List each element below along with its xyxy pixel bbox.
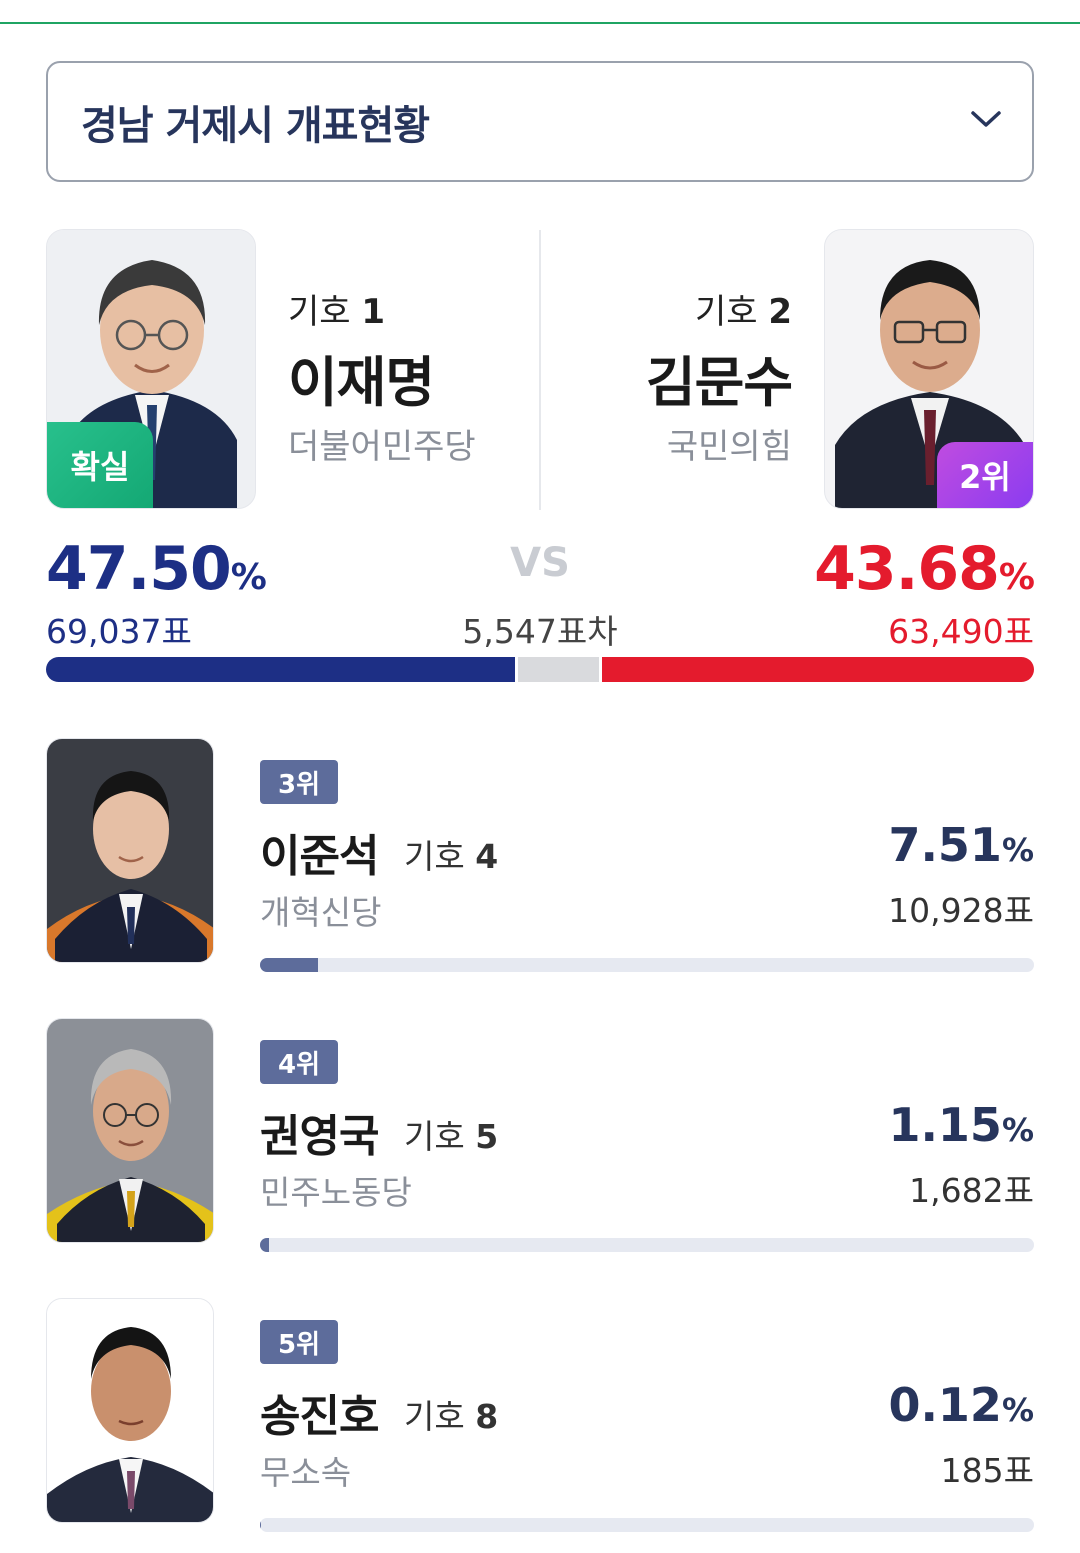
vote-gap: 5,547표차 (462, 612, 618, 651)
candidate-percent-1: 47.50% (46, 534, 267, 604)
percent-unit: % (1001, 831, 1034, 869)
candidate-percent: 0.12% (888, 1378, 1034, 1432)
candidate-number-1: 기호 1 (288, 284, 385, 333)
candidate-number: 기호 5 (404, 1110, 498, 1158)
region-dropdown[interactable]: 경남 거제시 개표현황 (46, 61, 1034, 182)
candidate-votes-1: 69,037표 (46, 612, 192, 651)
portrait-image (47, 1019, 213, 1242)
percent-value: 1.15 (888, 1098, 1002, 1152)
percent-value: 47.50 (46, 534, 232, 604)
vs-divider (539, 230, 541, 510)
candidate-photo-1: 확실 (46, 229, 256, 509)
rank-badge: 4위 (260, 1040, 338, 1084)
vote-share-bar-1 (46, 657, 516, 682)
candidate-photo-3 (46, 738, 214, 963)
chevron-down-icon (971, 111, 1001, 127)
number-value: 4 (475, 837, 499, 876)
rank-badge-2: 2위 (937, 442, 1033, 508)
vote-share-fill (260, 1518, 261, 1532)
rank-badge: 3위 (260, 760, 338, 804)
candidate-name: 송진호 (260, 1391, 379, 1442)
vote-share-bar-2 (602, 657, 1034, 682)
vote-share-bar (260, 958, 1034, 972)
candidate-votes: 10,928표 (888, 891, 1034, 930)
region-title: 경남 거제시 개표현황 (81, 102, 430, 149)
number-value: 5 (475, 1117, 499, 1156)
percent-unit: % (1001, 1111, 1034, 1149)
vote-share-bar (260, 1518, 1034, 1532)
candidate-number: 기호 4 (404, 830, 498, 878)
percent-value: 43.68 (814, 534, 1000, 604)
number-value: 8 (475, 1397, 499, 1436)
candidate-votes: 1,682표 (909, 1171, 1034, 1210)
candidate-party-2: 국민의힘 (666, 427, 792, 467)
candidate-name-2[interactable]: 김문수 (646, 338, 793, 417)
rank-badge: 5위 (260, 1320, 338, 1364)
candidate-row-5[interactable]: 5위 송진호 기호 8 무소속 0.12% 185표 (0, 1298, 1080, 1553)
candidate-row-3[interactable]: 3위 이준석 기호 4 개혁신당 7.51% 10,928표 (0, 738, 1080, 1008)
candidate-votes-2: 63,490표 (888, 612, 1034, 651)
vote-share-bar (46, 657, 1034, 682)
candidate-votes: 185표 (940, 1451, 1034, 1490)
candidate-row-4[interactable]: 4위 권영국 기호 5 민주노동당 1.15% 1,682표 (0, 1018, 1080, 1288)
portrait-image (47, 739, 213, 962)
number-label: 기호 (404, 1117, 465, 1156)
candidate-party-1: 더불어민주당 (288, 427, 476, 467)
percent-unit: % (230, 557, 267, 598)
candidate-photo-5 (46, 1298, 214, 1523)
candidate-party: 무소속 (260, 1453, 352, 1492)
number-label: 기호 (694, 292, 758, 332)
percent-value: 0.12 (888, 1378, 1002, 1432)
candidate-party: 개혁신당 (260, 893, 382, 932)
candidate-number-2: 기호 2 (695, 284, 792, 333)
percent-unit: % (1001, 1391, 1034, 1429)
vote-share-fill (260, 958, 319, 972)
vote-share-bar (260, 1238, 1034, 1252)
percent-value: 7.51 (888, 818, 1002, 872)
candidate-party: 민주노동당 (260, 1173, 412, 1212)
candidate-photo-4 (46, 1018, 214, 1243)
candidate-percent: 7.51% (888, 818, 1034, 872)
number-value: 1 (361, 292, 386, 332)
candidate-percent: 1.15% (888, 1098, 1034, 1152)
confirmed-badge: 확실 (47, 422, 153, 508)
portrait-image (47, 1299, 213, 1522)
vs-label: VS (510, 540, 570, 586)
number-label: 기호 (288, 292, 351, 332)
candidate-name: 권영국 (260, 1111, 379, 1162)
candidate-name-1[interactable]: 이재명 (288, 338, 435, 417)
number-label: 기호 (404, 837, 465, 876)
candidate-photo-2: 2위 (824, 229, 1034, 509)
top-divider (0, 0, 1080, 24)
candidate-percent-2: 43.68% (814, 534, 1035, 604)
vote-share-bar-others (518, 657, 600, 682)
number-label: 기호 (404, 1397, 465, 1436)
candidate-number: 기호 8 (404, 1390, 498, 1438)
candidate-name: 이준석 (260, 831, 379, 882)
percent-unit: % (998, 557, 1035, 598)
number-value: 2 (768, 292, 792, 332)
vote-share-fill (260, 1238, 269, 1252)
